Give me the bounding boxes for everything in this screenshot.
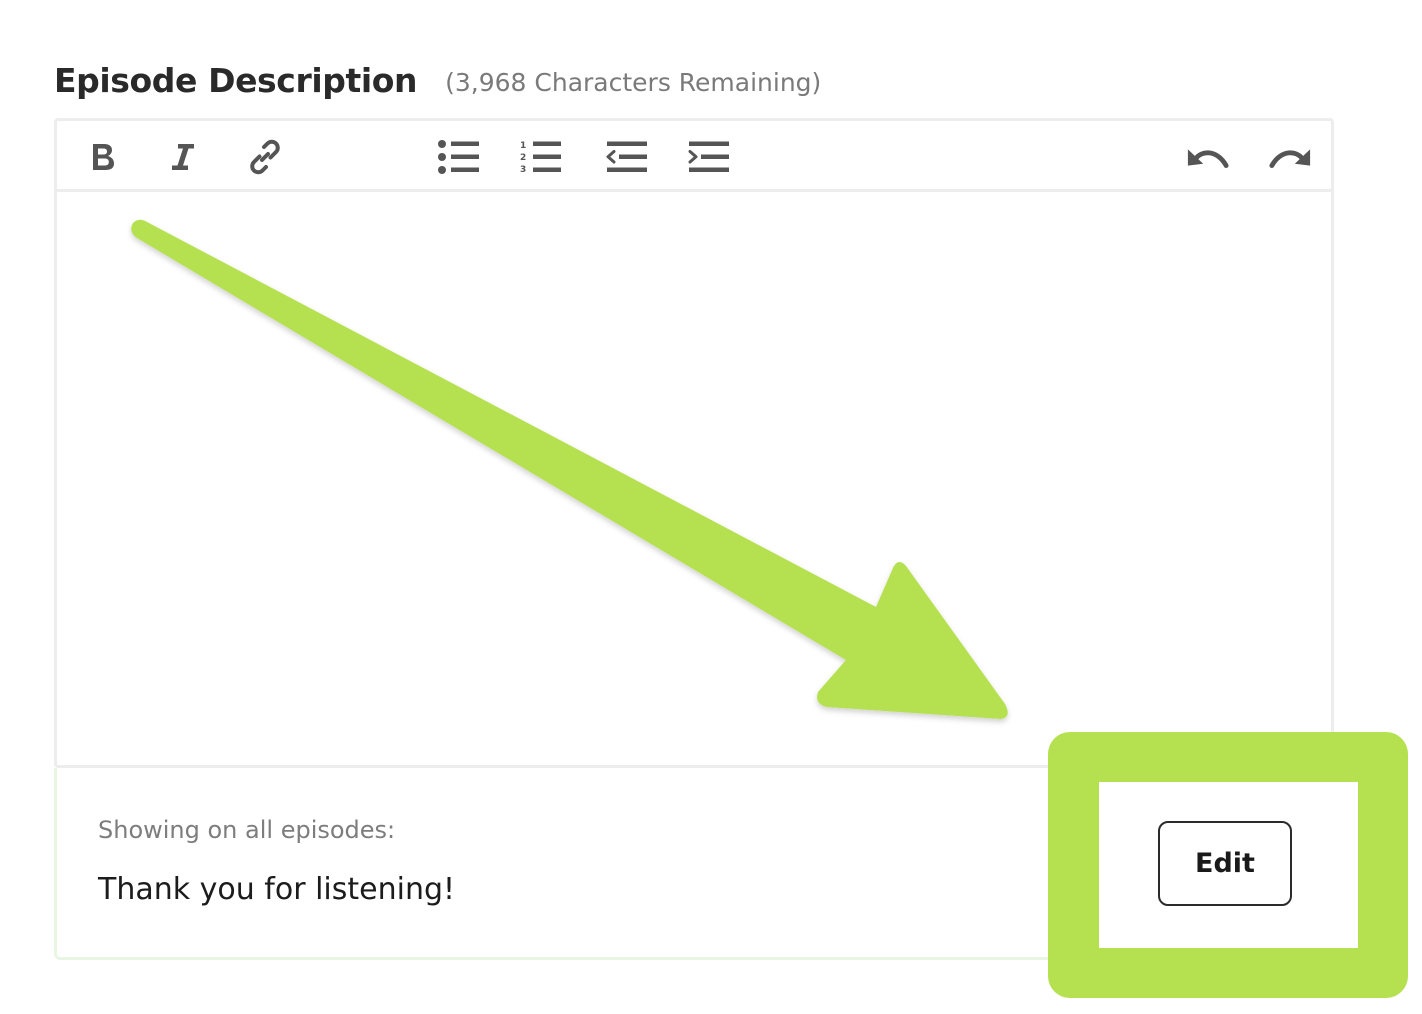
bold-button[interactable] xyxy=(81,135,125,179)
link-button[interactable] xyxy=(243,135,287,179)
outdent-button[interactable] xyxy=(605,135,649,179)
edit-button[interactable]: Edit xyxy=(1158,821,1292,906)
svg-text:3: 3 xyxy=(520,165,526,175)
page: Episode Description (3,968 Characters Re… xyxy=(0,0,1422,1014)
bulleted-list-icon xyxy=(438,140,479,174)
field-heading: Episode Description (3,968 Characters Re… xyxy=(54,56,821,104)
link-icon xyxy=(250,139,280,175)
showing-label: Showing on all episodes: xyxy=(98,816,396,844)
characters-remaining: (3,968 Characters Remaining) xyxy=(445,67,822,97)
footer-text: Thank you for listening! xyxy=(98,872,456,907)
editor-toolbar: 1 2 3 xyxy=(57,121,1331,192)
indent-icon xyxy=(688,141,729,172)
undo-button[interactable] xyxy=(1186,135,1230,179)
bold-icon xyxy=(93,144,114,170)
field-title: Episode Description xyxy=(54,60,418,100)
italic-icon xyxy=(172,144,194,170)
italic-button[interactable] xyxy=(161,135,205,179)
undo-icon xyxy=(1187,149,1229,168)
editor-content-area[interactable] xyxy=(57,192,1331,765)
numbered-list-icon: 1 2 3 xyxy=(520,141,561,175)
svg-text:1: 1 xyxy=(520,141,526,151)
redo-button[interactable] xyxy=(1268,135,1312,179)
redo-icon xyxy=(1269,149,1311,168)
svg-text:2: 2 xyxy=(520,153,526,163)
numbered-list-button[interactable]: 1 2 3 xyxy=(519,135,563,179)
indent-button[interactable] xyxy=(687,135,731,179)
outdent-icon xyxy=(606,141,647,172)
bulleted-list-button[interactable] xyxy=(437,135,481,179)
rich-text-editor: 1 2 3 xyxy=(54,118,1334,768)
